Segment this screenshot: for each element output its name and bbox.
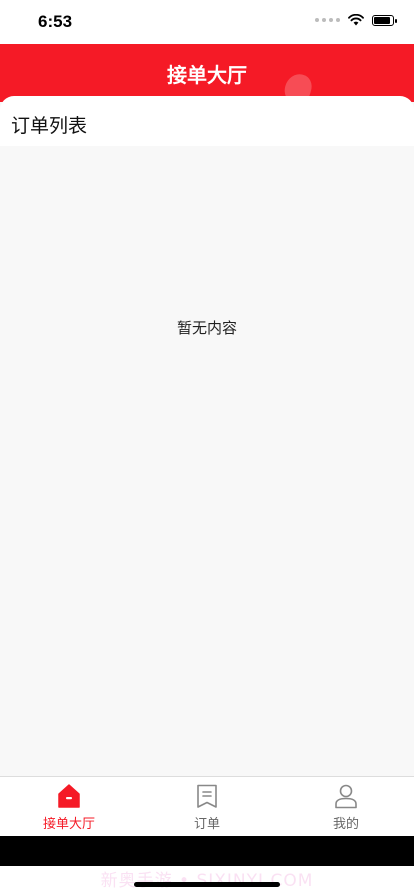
empty-state-message: 暂无内容 — [176, 319, 237, 337]
watermark: 新奥手游 • SIXINYI.COM — [100, 871, 314, 891]
hall-icon — [58, 784, 80, 808]
home-indicator-area: 新奥手游 • SIXINYI.COM — [0, 866, 414, 896]
tab-profile-label: 我的 — [332, 817, 359, 832]
tab-hall-label: 接单大厅 — [42, 817, 95, 832]
bottom-tab-bar: 接单大厅 订单 我的 — [0, 776, 414, 836]
tab-orders[interactable]: 订单 — [152, 783, 262, 832]
app-screen: 6:53 接单大厅 订单列表 暂无内容 接单大厅 订单 我的 新奥手游 • SI… — [0, 0, 414, 896]
order-icon — [197, 784, 217, 808]
system-strip — [0, 836, 414, 866]
status-bar: 6:53 — [0, 0, 414, 44]
section-title: 订单列表 — [11, 115, 88, 137]
status-time: 6:53 — [38, 12, 73, 31]
page-title: 接单大厅 — [167, 63, 247, 87]
tab-hall[interactable]: 接单大厅 — [14, 783, 124, 832]
page-header: 接单大厅 — [0, 44, 414, 102]
wifi-icon — [348, 14, 364, 26]
status-icons — [315, 14, 397, 26]
tab-profile[interactable]: 我的 — [291, 783, 401, 832]
battery-icon — [372, 14, 397, 26]
order-list-card: 订单列表 — [0, 96, 414, 146]
home-indicator[interactable] — [134, 882, 280, 887]
cellular-signal-icon — [315, 18, 340, 22]
profile-icon — [335, 784, 357, 809]
tab-orders-label: 订单 — [193, 817, 220, 832]
